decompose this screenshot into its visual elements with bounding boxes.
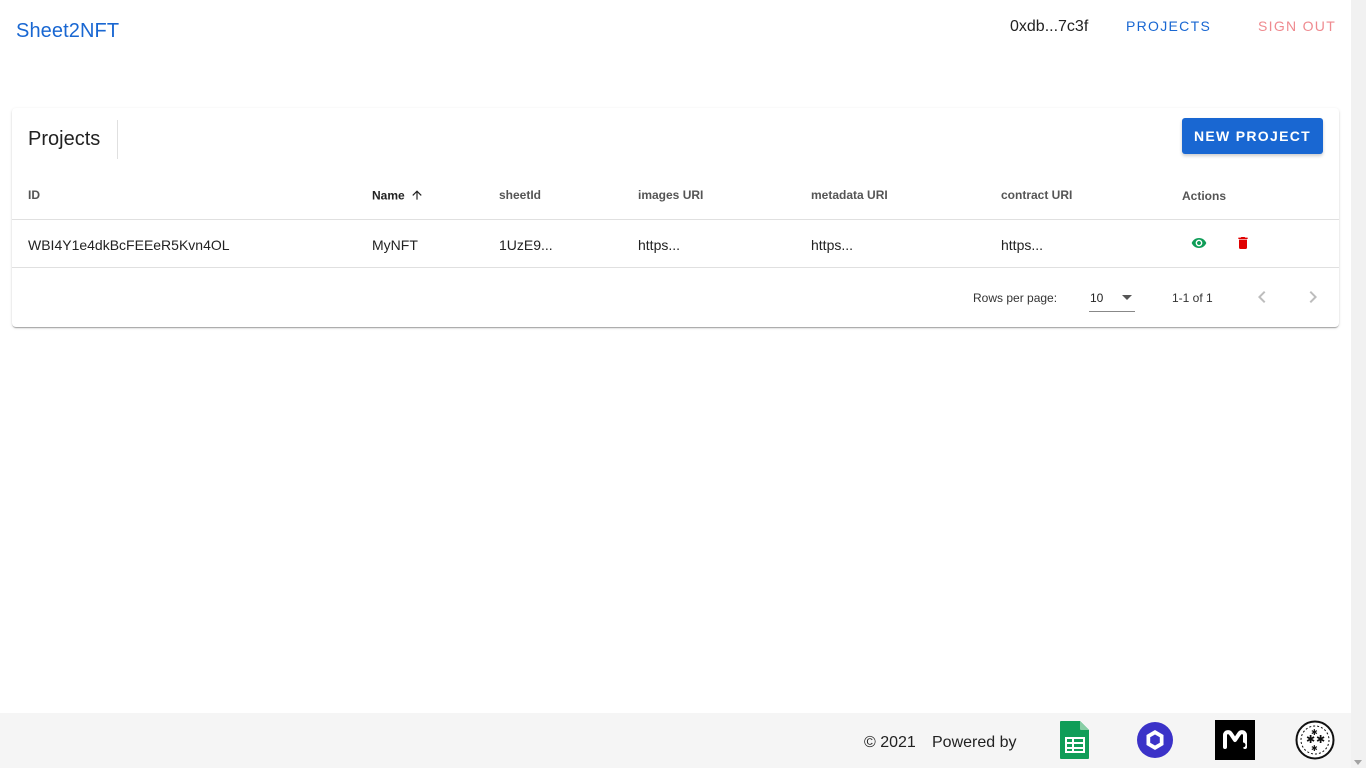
column-header-contract-uri[interactable]: contract URI xyxy=(1001,188,1072,202)
svg-text:✱: ✱ xyxy=(1311,728,1318,737)
column-header-id[interactable]: ID xyxy=(28,188,40,202)
pagination-range: 1-1 of 1 xyxy=(1172,291,1213,305)
delete-icon[interactable] xyxy=(1234,234,1252,252)
wallet-address: 0xdb...7c3f xyxy=(1010,18,1089,35)
svg-text:✱: ✱ xyxy=(1311,744,1318,753)
cell-contract-uri: https... xyxy=(1001,237,1044,253)
sort-ascending-icon xyxy=(410,188,424,205)
previous-page-button[interactable] xyxy=(1250,285,1274,309)
cell-name: MyNFT xyxy=(372,237,418,253)
cell-metadata-uri: https... xyxy=(811,237,854,253)
column-header-name-label: Name xyxy=(372,188,405,203)
moralis-logo[interactable] xyxy=(1215,720,1255,760)
rows-per-page-select[interactable]: 10 xyxy=(1089,282,1135,312)
brand-logo[interactable]: Sheet2NFT xyxy=(16,20,119,43)
scroll-down-arrow[interactable] xyxy=(1354,760,1362,765)
page-title: Projects xyxy=(28,128,101,150)
column-header-actions: Actions xyxy=(1182,189,1227,203)
chevron-down-icon xyxy=(1122,295,1132,300)
chainlink-logo[interactable] xyxy=(1135,720,1175,760)
column-header-sheetid[interactable]: sheetId xyxy=(499,188,541,202)
new-project-button[interactable]: NEW PROJECT xyxy=(1182,118,1323,154)
rows-per-page-label: Rows per page: xyxy=(973,291,1058,305)
next-page-button[interactable] xyxy=(1301,285,1325,309)
column-header-images-uri[interactable]: images URI xyxy=(638,188,703,202)
app-header: Sheet2NFT 0xdb...7c3f PROJECTS SIGN OUT xyxy=(0,0,1351,64)
cell-id: WBI4Y1e4dkBcFEEeR5Kvn4OL xyxy=(28,237,230,253)
nav-projects-link[interactable]: PROJECTS xyxy=(1126,18,1211,34)
page-scrollbar[interactable] xyxy=(1351,0,1366,768)
column-header-metadata-uri[interactable]: metadata URI xyxy=(811,188,888,202)
table-row[interactable]: WBI4Y1e4dkBcFEEeR5Kvn4OL MyNFT 1UzE9... … xyxy=(12,219,1339,268)
cell-sheetid: 1UzE9... xyxy=(499,237,553,253)
table-pagination: Rows per page: 10 1-1 of 1 xyxy=(12,268,1339,327)
cell-images-uri: https... xyxy=(638,237,681,253)
column-header-name[interactable]: Name xyxy=(372,188,424,205)
powered-by-text: Powered by xyxy=(932,734,1017,751)
filecoin-nft-storage-logo[interactable]: ✱ ✱ ✱ ✱ xyxy=(1295,720,1335,760)
title-divider xyxy=(117,120,118,159)
chevron-left-icon xyxy=(1258,291,1266,303)
sign-out-button[interactable]: SIGN OUT xyxy=(1258,18,1336,34)
rows-per-page-value: 10 xyxy=(1090,291,1104,305)
chevron-right-icon xyxy=(1309,291,1317,303)
copyright-text: © 2021 xyxy=(864,734,916,751)
view-icon[interactable] xyxy=(1190,234,1208,252)
google-sheets-logo[interactable] xyxy=(1055,720,1095,760)
projects-table-card: Projects NEW PROJECT ID Name sheetId ima… xyxy=(12,108,1339,327)
page-footer: © 2021 Powered by ✱ ✱ ✱ ✱ xyxy=(0,713,1351,768)
